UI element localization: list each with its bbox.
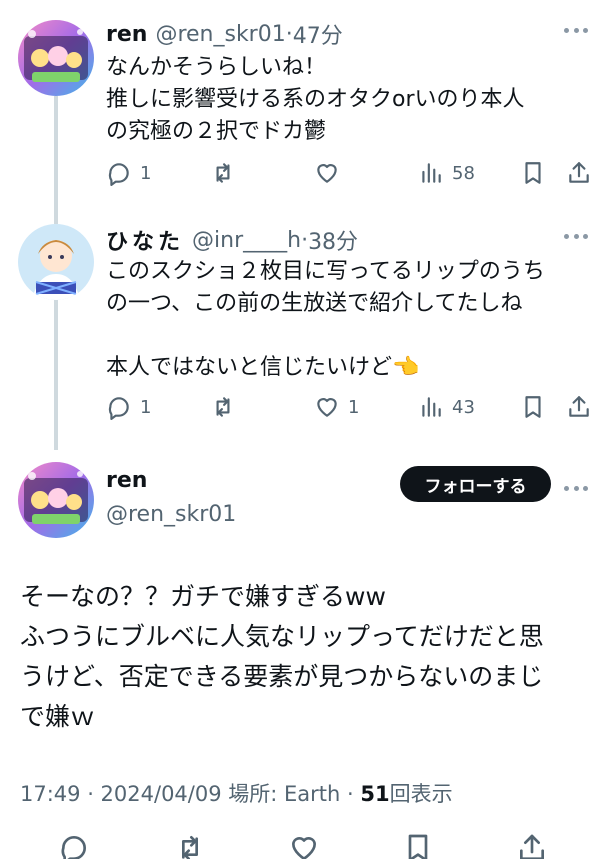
- reply-icon: [61, 836, 86, 859]
- share-button[interactable]: [566, 156, 592, 190]
- retweet-icon: [216, 163, 230, 183]
- tweet-metadata: 17:49 · 2024/04/09 場所: Earth · 51回表示: [20, 778, 453, 808]
- more-icon[interactable]: [564, 226, 588, 246]
- main-action-bar: [0, 826, 600, 859]
- display-name[interactable]: ren: [106, 468, 147, 493]
- handle[interactable]: @ren_skr01: [155, 22, 285, 47]
- reply-header: ren @ren_skr01 · 47分: [106, 14, 343, 54]
- view-count: 51: [360, 782, 390, 806]
- views-icon: [422, 163, 441, 183]
- timestamp-location[interactable]: 17:49 · 2024/04/09 場所: Earth ·: [20, 782, 360, 806]
- reply-button[interactable]: 1: [106, 390, 151, 424]
- handle[interactable]: @inr____h: [192, 228, 301, 253]
- view-count: 58: [452, 162, 475, 184]
- separator-dot: ·: [301, 227, 309, 253]
- separator-dot: ·: [285, 21, 293, 47]
- like-icon: [317, 398, 337, 417]
- reply-icon: [108, 397, 129, 420]
- share-icon: [569, 162, 589, 183]
- more-icon[interactable]: [564, 478, 588, 498]
- like-icon: [317, 164, 337, 183]
- share-icon: [569, 396, 589, 417]
- share-icon: [520, 834, 544, 859]
- retweet-button[interactable]: [210, 156, 236, 190]
- like-button[interactable]: [288, 832, 320, 859]
- like-button[interactable]: 1: [314, 390, 359, 424]
- reply-icon: [108, 163, 129, 186]
- share-button[interactable]: [566, 390, 592, 424]
- tweet-text: このスクショ２枚目に写ってるリップのうち の一つ、この前の生放送で紹介してたしね…: [106, 259, 545, 380]
- main-tweet-text: そーなの？？ガチで嫌すぎるww ふつうにブルベに人気なリップってだけだと思 うけ…: [20, 582, 544, 731]
- reply-count: 1: [140, 162, 152, 184]
- action-bar: 1 1 43: [106, 390, 600, 424]
- retweet-button[interactable]: [210, 390, 236, 424]
- reply-button[interactable]: [58, 832, 90, 859]
- avatar[interactable]: [18, 224, 94, 300]
- bookmark-button[interactable]: [520, 390, 546, 424]
- display-name[interactable]: ren: [106, 22, 147, 47]
- retweet-button[interactable]: [174, 832, 206, 859]
- bookmark-button[interactable]: [520, 156, 546, 190]
- bookmark-icon: [408, 834, 428, 859]
- reply-header: ひなた @inr____h · 38分: [106, 220, 358, 260]
- like-icon: [292, 836, 316, 859]
- retweet-icon: [182, 836, 198, 859]
- avatar[interactable]: [18, 20, 94, 96]
- avatar[interactable]: [18, 462, 94, 538]
- views-button[interactable]: 58: [418, 156, 475, 190]
- action-bar: 1 58: [106, 156, 600, 190]
- share-button[interactable]: [516, 832, 548, 859]
- bookmark-button[interactable]: [402, 832, 434, 859]
- views-button[interactable]: 43: [418, 390, 475, 424]
- reply-button[interactable]: 1: [106, 156, 151, 190]
- like-button[interactable]: [314, 156, 340, 190]
- reply-count: 1: [140, 396, 152, 418]
- reply-tweet[interactable]: ひなた @inr____h · 38分 このスクショ２枚目に写ってるリップのうち…: [0, 220, 600, 440]
- like-count: 1: [348, 396, 360, 418]
- more-icon[interactable]: [564, 20, 588, 40]
- bookmark-icon: [525, 396, 541, 418]
- relative-time[interactable]: 38分: [308, 224, 358, 256]
- reply-tweet[interactable]: ren @ren_skr01 · 47分 なんかそうらしいね！ 推しに影響受ける…: [0, 14, 600, 200]
- follow-button[interactable]: フォローする: [400, 466, 551, 502]
- view-count: 43: [452, 396, 475, 418]
- handle[interactable]: @ren_skr01: [106, 502, 236, 527]
- views-icon: [422, 397, 441, 417]
- retweet-icon: [216, 397, 230, 417]
- relative-time[interactable]: 47分: [293, 18, 343, 50]
- tweet-text: なんかそうらしいね！ 推しに影響受ける系のオタクorいのり本人 の究極の２択でド…: [106, 55, 525, 144]
- bookmark-icon: [525, 162, 541, 184]
- views-label: 回表示: [389, 782, 453, 806]
- display-name[interactable]: ひなた: [106, 224, 184, 256]
